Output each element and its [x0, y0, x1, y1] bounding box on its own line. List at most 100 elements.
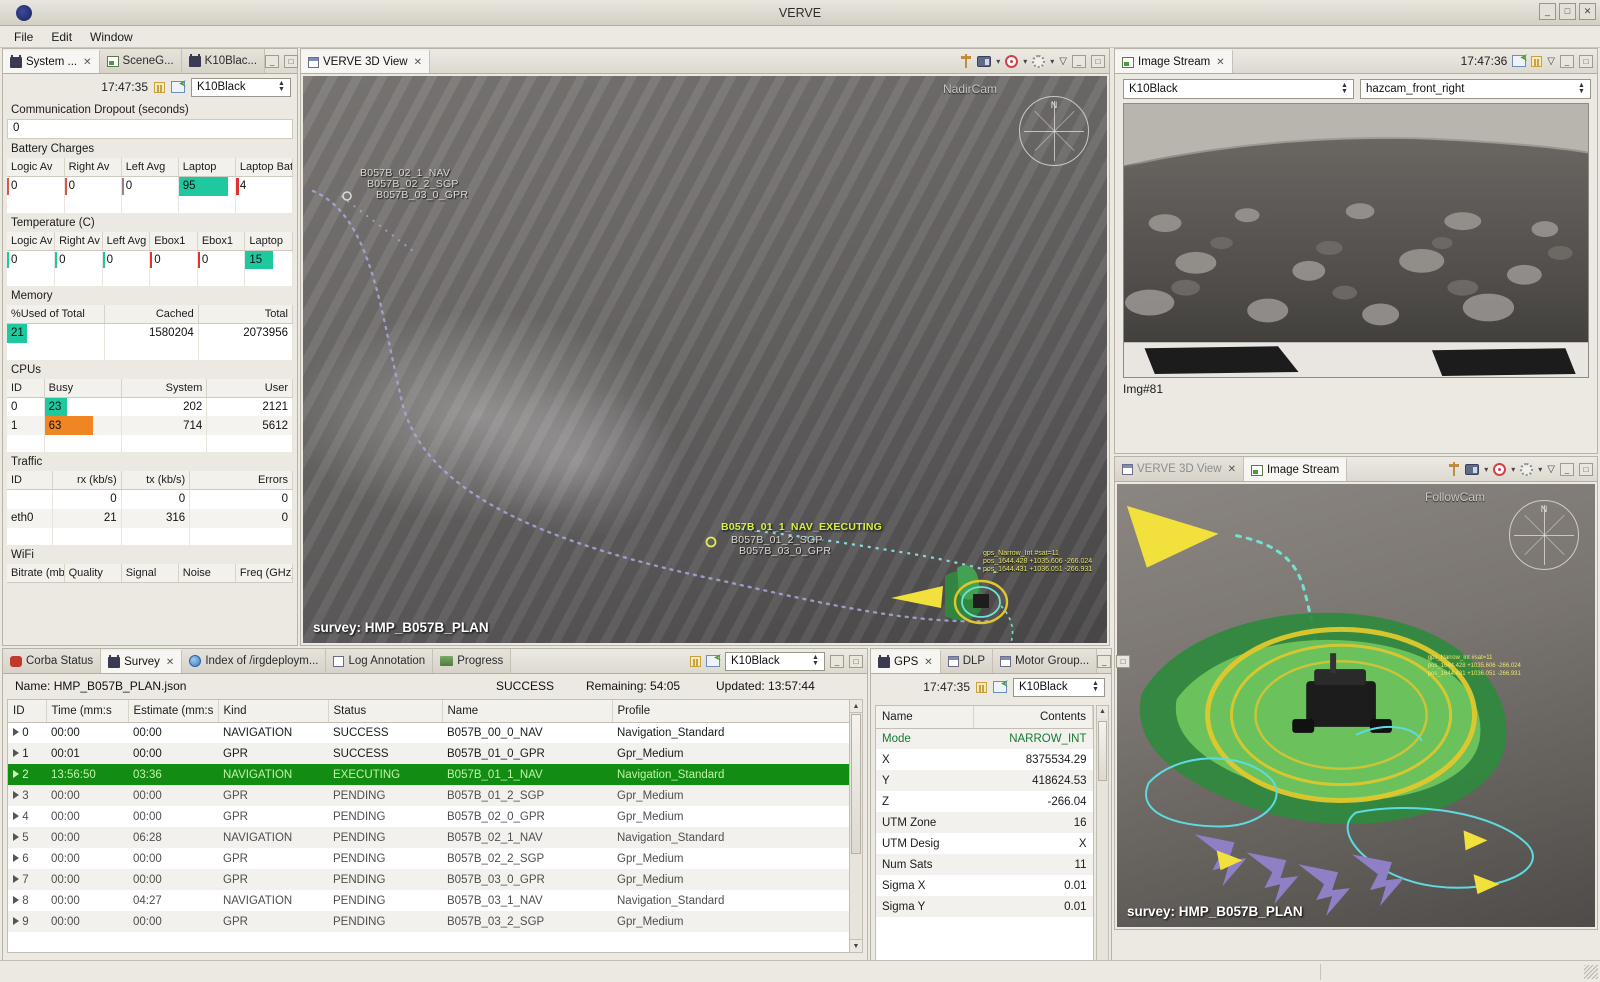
tab-verve-3d-view-close-icon[interactable]: ✕	[414, 57, 422, 68]
gps-table-scrollbar[interactable]: ▲ ▼	[1096, 705, 1109, 973]
col-traffic-tx[interactable]: tx (kb/s)	[121, 471, 191, 490]
col-temp-ebox1-b[interactable]: Ebox1	[197, 231, 246, 251]
view-menu-icon[interactable]: ▽	[1059, 56, 1067, 67]
tab-dlp[interactable]: DLP	[940, 649, 994, 673]
table-row[interactable]: 0 0 0 95 4	[7, 176, 294, 196]
table-row[interactable]: Mode NARROW_INT	[876, 728, 1093, 749]
col-wifi-bitrate[interactable]: Bitrate (mb/	[7, 563, 65, 583]
row-expander[interactable]: 7	[8, 869, 46, 890]
camera-icon[interactable]	[1465, 463, 1480, 475]
col-traffic-rx[interactable]: rx (kb/s)	[52, 471, 122, 490]
row-expander[interactable]: 0	[8, 722, 46, 743]
tab-log-annotation[interactable]: Log Annotation	[326, 649, 434, 673]
col-time[interactable]: Time (mm:s	[46, 700, 129, 723]
camera-select[interactable]: hazcam_front_right ▲ ▼	[1360, 79, 1591, 99]
panel-minimize-button[interactable]: _	[265, 54, 280, 68]
gear-icon[interactable]	[1032, 54, 1046, 68]
row-expander[interactable]: 2	[8, 764, 46, 785]
tab-image-stream-close-icon[interactable]: ✕	[1216, 57, 1224, 68]
col-used-of-total[interactable]: %Used of Total	[7, 305, 105, 324]
col-name[interactable]: Name	[442, 700, 613, 723]
survey-table-scrollbar[interactable]: ▲ ▼	[849, 699, 863, 953]
col-wifi-noise[interactable]: Noise	[178, 563, 236, 583]
tab-image-stream[interactable]: Image Stream ✕	[1115, 49, 1233, 73]
launch-icon[interactable]	[706, 655, 720, 667]
col-temp-ebox1-a[interactable]: Ebox1	[149, 231, 198, 251]
panel-minimize-button[interactable]: _	[1560, 462, 1574, 476]
panel-maximize-button[interactable]: □	[1579, 462, 1593, 476]
maximize-button[interactable]: □	[1559, 3, 1576, 20]
chevron-down-icon[interactable]: ▾	[996, 57, 1000, 66]
gps-robot-select[interactable]: K10Black ▲ ▼	[1013, 677, 1105, 697]
view3d-canvas[interactable]: NadirCam N gps_Narrow_Int #sat=11 pos_16…	[303, 76, 1107, 643]
chevron-down-icon[interactable]: ▾	[1484, 465, 1488, 474]
panel-maximize-button[interactable]: □	[1091, 54, 1105, 68]
row-expander[interactable]: 6	[8, 848, 46, 869]
close-button[interactable]: ✕	[1579, 3, 1596, 20]
camera-icon[interactable]	[977, 55, 992, 67]
tab-verve-3d-view-2-close-icon[interactable]: ✕	[1228, 464, 1236, 475]
survey-robot-select[interactable]: K10Black ▲ ▼	[725, 651, 825, 671]
tab-k10black[interactable]: K10Blac...	[181, 49, 266, 73]
target-icon[interactable]	[1493, 462, 1507, 476]
survey-table-container[interactable]: ID Time (mm:s Estimate (mm:s Kind Status…	[7, 699, 863, 953]
col-cpu-busy[interactable]: Busy	[44, 378, 122, 398]
col-cpu-user[interactable]: User	[206, 378, 293, 398]
table-row-selected[interactable]: 2 13:56:50 03:36 NAVIGATION EXECUTING B0…	[8, 764, 862, 785]
target-icon[interactable]	[1005, 54, 1019, 68]
chevron-down-icon[interactable]: ▾	[1023, 57, 1027, 66]
hazcam-image[interactable]	[1123, 103, 1589, 378]
pin-icon[interactable]	[1448, 462, 1460, 476]
scrollbar-thumb[interactable]	[851, 714, 861, 854]
table-row[interactable]: 4 00:00 00:00 GPR PENDING B057B_02_0_GPR…	[8, 806, 862, 827]
table-row[interactable]: UTM Desig X	[876, 833, 1093, 854]
chevron-down-icon[interactable]: ▾	[1538, 465, 1542, 474]
table-row[interactable]: Y 418624.53	[876, 770, 1093, 791]
col-gps-name[interactable]: Name	[876, 706, 974, 729]
col-wifi-freq[interactable]: Freq (GHz)	[235, 563, 294, 583]
gear-icon[interactable]	[1520, 462, 1534, 476]
scroll-down-arrow-icon[interactable]: ▼	[850, 939, 862, 952]
table-row[interactable]: eth0 21 316 0	[7, 508, 293, 528]
table-row[interactable]: 7 00:00 00:00 GPR PENDING B057B_03_0_GPR…	[8, 869, 862, 890]
panel-minimize-button[interactable]: _	[830, 654, 844, 668]
table-row[interactable]: 0 23 202 2121	[7, 397, 293, 416]
launch-icon[interactable]	[993, 681, 1007, 693]
pause-icon[interactable]	[976, 681, 987, 693]
resize-grip[interactable]	[1584, 964, 1598, 979]
panel-maximize-button[interactable]: □	[849, 654, 863, 668]
menu-edit[interactable]: Edit	[43, 28, 80, 46]
tab-survey-close-icon[interactable]: ✕	[166, 657, 174, 668]
col-temp-logic-av[interactable]: Logic Av	[7, 231, 56, 251]
panel-minimize-button[interactable]: _	[1097, 654, 1112, 668]
row-expander[interactable]: 8	[8, 890, 46, 911]
table-row[interactable]: 0 00:00 00:00 NAVIGATION SUCCESS B057B_0…	[8, 722, 862, 743]
table-row[interactable]: Sigma Y 0.01	[876, 896, 1093, 917]
row-expander[interactable]: 4	[8, 806, 46, 827]
panel-maximize-button[interactable]: □	[1116, 654, 1131, 668]
tab-scenegraph[interactable]: SceneG...	[99, 49, 182, 73]
panel-maximize-button[interactable]: □	[284, 54, 299, 68]
table-row[interactable]: 3 00:00 00:00 GPR PENDING B057B_01_2_SGP…	[8, 785, 862, 806]
table-row[interactable]: Num Sats 11	[876, 854, 1093, 875]
col-right-av[interactable]: Right Av	[64, 158, 122, 177]
tab-image-stream-2[interactable]: Image Stream	[1243, 457, 1348, 481]
col-temp-left-avg[interactable]: Left Avg	[102, 231, 151, 251]
tab-index-irgdeployment[interactable]: Index of /irgdeploym...	[182, 649, 327, 673]
col-traffic-errors[interactable]: Errors	[189, 471, 293, 490]
tab-system[interactable]: System ... ✕	[3, 49, 100, 73]
col-gps-contents[interactable]: Contents	[973, 706, 1093, 729]
panel-minimize-button[interactable]: _	[1072, 54, 1086, 68]
launch-icon[interactable]	[1512, 55, 1527, 67]
table-row[interactable]: 9 00:00 00:00 GPR PENDING B057B_03_2_SGP…	[8, 911, 862, 932]
col-traffic-id[interactable]: ID	[7, 471, 54, 490]
row-expander[interactable]: 9	[8, 911, 46, 932]
table-row[interactable]: Z -266.04	[876, 791, 1093, 812]
tab-system-close-icon[interactable]: ✕	[83, 57, 91, 68]
scroll-up-arrow-icon[interactable]: ▲	[1097, 706, 1108, 718]
col-cached[interactable]: Cached	[104, 305, 199, 324]
pause-icon[interactable]	[690, 655, 701, 667]
chevron-down-icon[interactable]: ▾	[1050, 57, 1054, 66]
table-row[interactable]: 0 0 0 0 0 15	[7, 250, 293, 269]
view-menu-icon[interactable]: ▽	[1547, 56, 1555, 67]
